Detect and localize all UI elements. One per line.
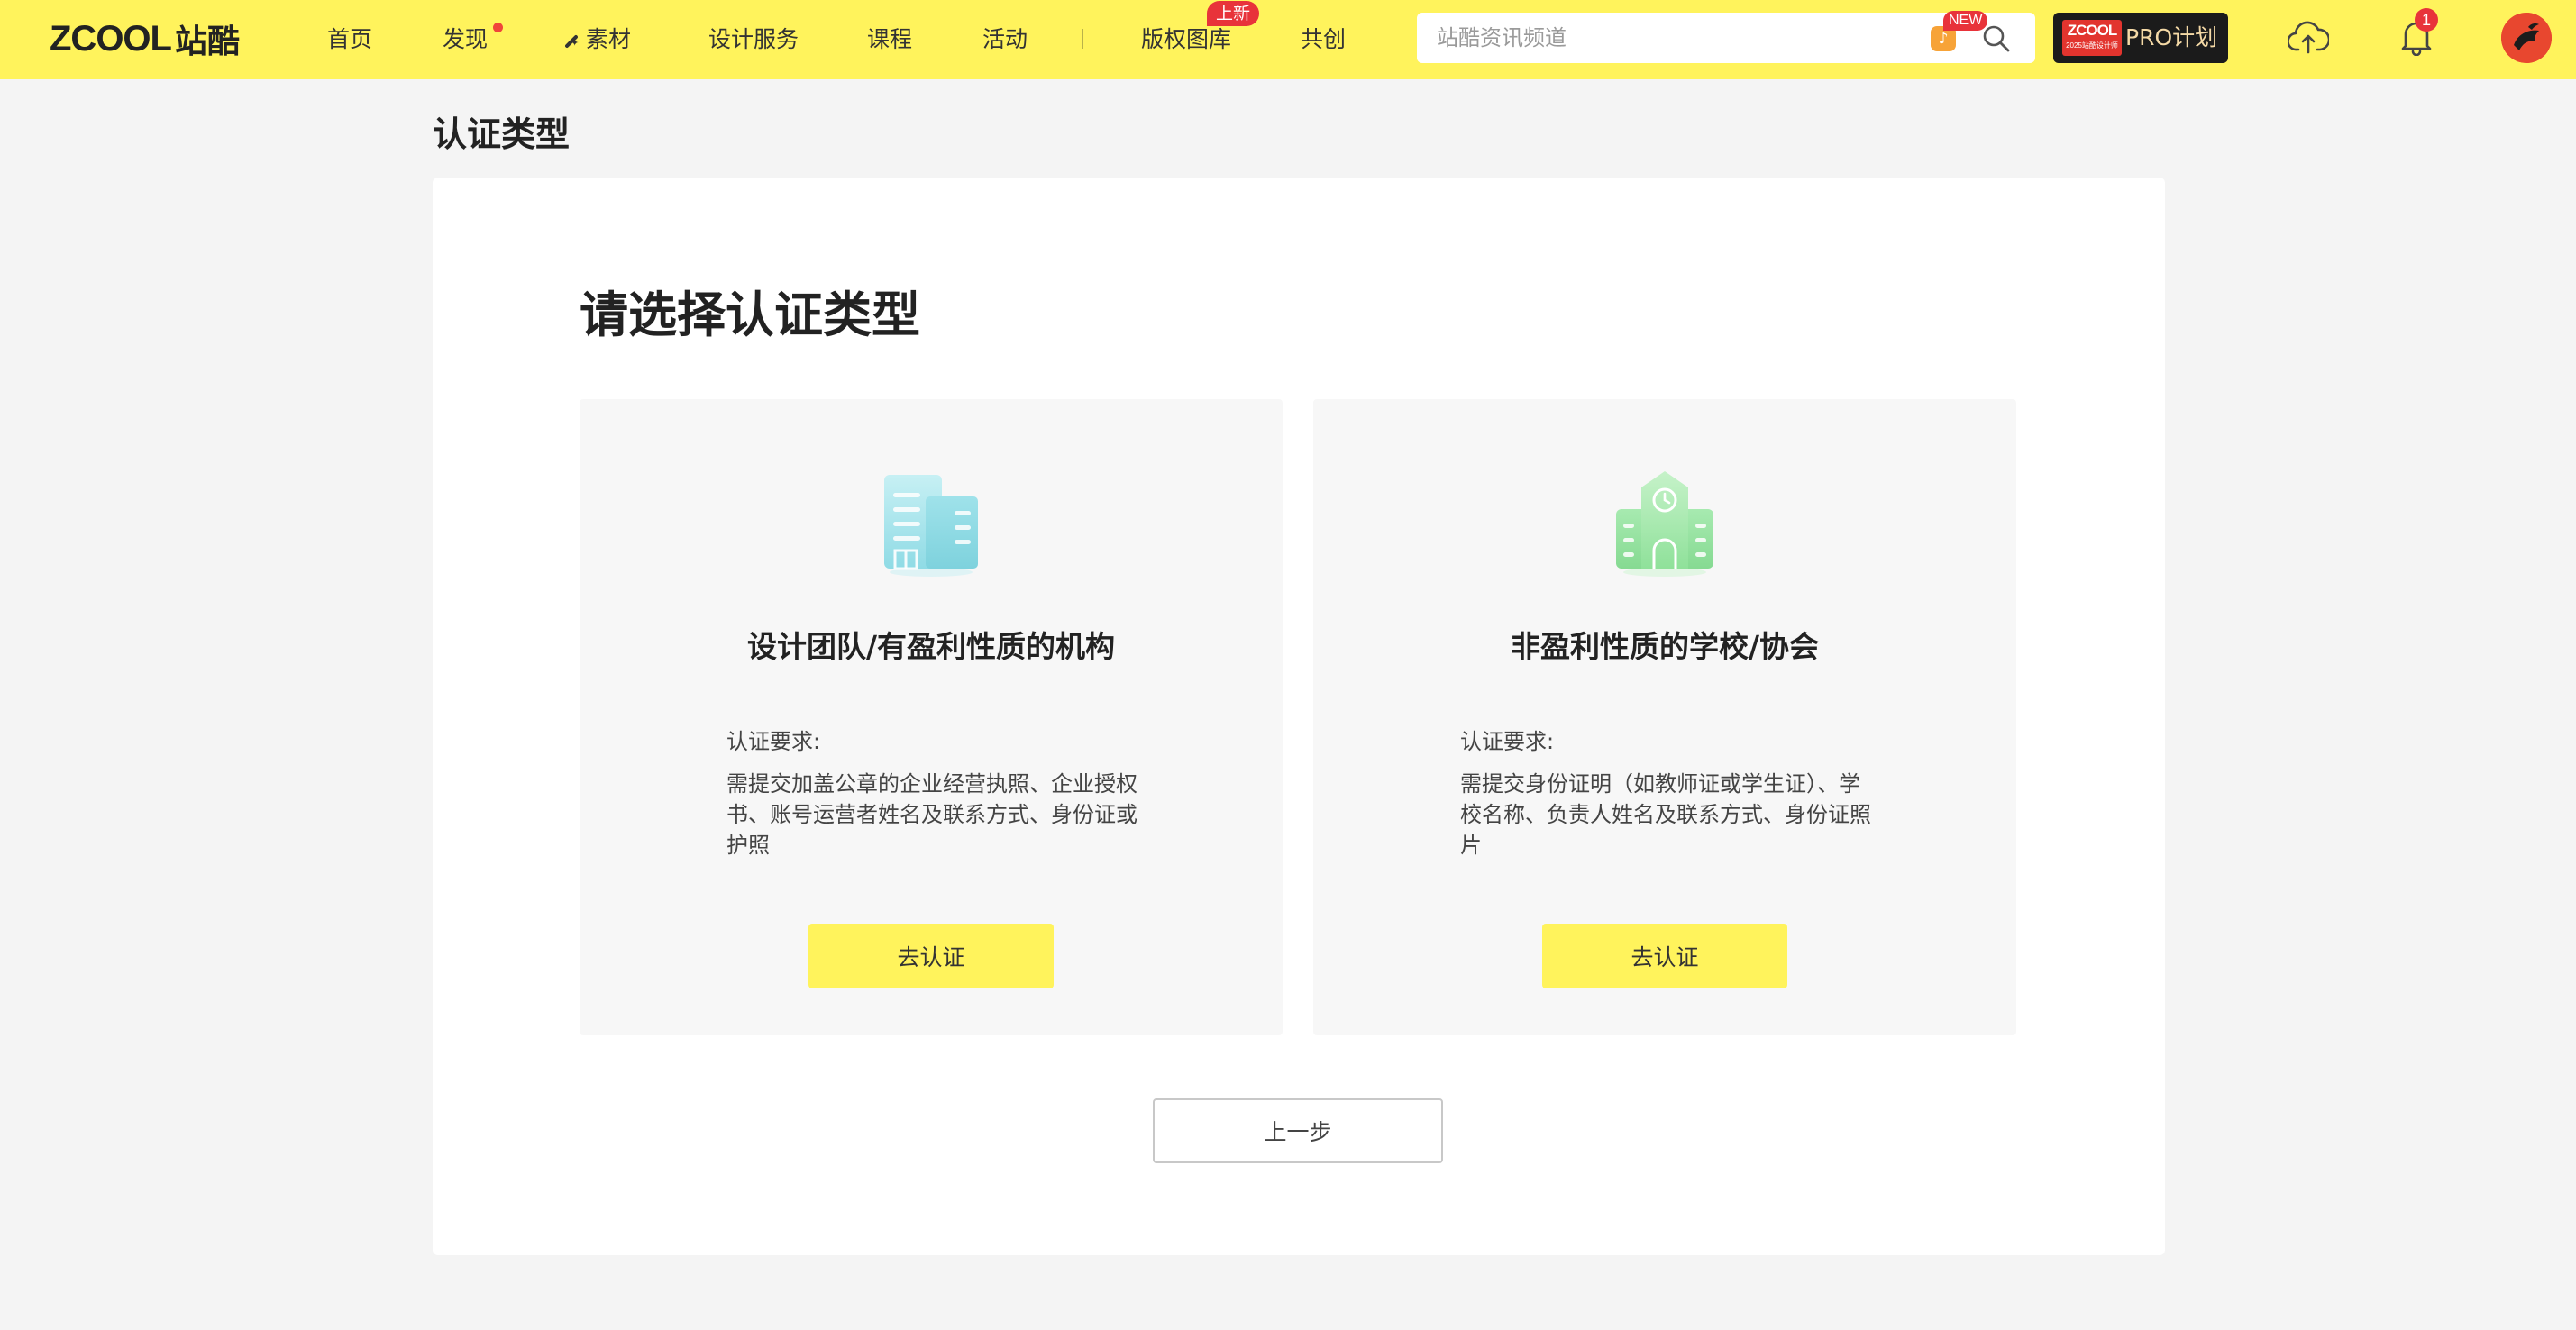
pro-plan-logo: ZCOOL 2025站酷设计师	[2062, 20, 2122, 56]
panel-heading: 请选择认证类型	[580, 287, 920, 343]
certify-nonprofit-button[interactable]: 去认证	[1542, 924, 1787, 988]
zcool-logo[interactable]: ZCOOL 站酷	[50, 16, 240, 61]
nav-discover-dot	[493, 23, 503, 32]
page-title: 认证类型	[433, 114, 571, 154]
nav-discover[interactable]: 发现	[443, 22, 488, 58]
nav-discover-label: 发现	[443, 26, 489, 52]
certify-business-button[interactable]: 去认证	[808, 924, 1054, 988]
magic-wand-icon	[562, 25, 579, 61]
avatar-image	[2501, 13, 2552, 63]
nav-design-service[interactable]: 设计服务	[708, 22, 799, 58]
search-box: ♪ NEW	[1417, 11, 2035, 63]
nav-materials-label: 素材	[586, 26, 632, 52]
pro-plan-button[interactable]: ZCOOL 2025站酷设计师 PRO计划	[2053, 13, 2228, 63]
logo-latin: ZCOOL	[50, 18, 172, 59]
pro-plan-logo-sub: 2025站酷设计师	[2066, 41, 2118, 50]
nav-events-label: 活动	[982, 26, 1028, 52]
top-nav-bar: ZCOOL 站酷 首页 发现 素材 设计服务 课程 活动 版权图库 上新 共创 …	[0, 0, 2576, 79]
card-business-org-req-label: 认证要求:	[726, 729, 821, 754]
back-button[interactable]: 上一步	[1153, 1098, 1443, 1163]
cloud-upload-icon[interactable]	[2288, 20, 2329, 56]
nav-materials[interactable]: 素材	[562, 22, 632, 61]
notification-count-badge: 1	[2415, 8, 2438, 32]
logo-cn: 站酷	[174, 23, 240, 60]
search-icon[interactable]	[1981, 23, 2012, 54]
nav-co-create[interactable]: 共创	[1301, 22, 1346, 58]
nav-stock-images[interactable]: 版权图库	[1141, 22, 1231, 58]
search-input[interactable]	[1437, 13, 1923, 63]
nav-design-service-label: 设计服务	[708, 26, 799, 52]
nav-new-badge: 上新	[1207, 1, 1260, 26]
nav-stock-images-label: 版权图库	[1141, 26, 1232, 52]
nav-events[interactable]: 活动	[982, 22, 1028, 58]
card-business-org-title: 设计团队/有盈利性质的机构	[746, 629, 1116, 664]
card-nonprofit-school-req-label: 认证要求:	[1460, 729, 1555, 754]
pro-plan-logo-text: ZCOOL	[2067, 22, 2117, 39]
nav-divider	[1082, 29, 1083, 49]
nav-home-label: 首页	[327, 26, 373, 52]
nav-co-create-label: 共创	[1301, 26, 1347, 52]
pro-plan-label: PRO计划	[2125, 24, 2218, 50]
nav-courses-label: 课程	[867, 26, 913, 52]
nav-courses[interactable]: 课程	[867, 22, 912, 58]
card-nonprofit-school-title: 非盈利性质的学校/协会	[1510, 629, 1820, 664]
avatar[interactable]	[2501, 13, 2552, 63]
card-nonprofit-school-req-text: 需提交身份证明（如教师证或学生证）、学校名称、负责人姓名及联系方式、身份证照片	[1460, 771, 1871, 858]
certification-type-panel: 请选择认证类型 设计团队/有盈利性质的机构 认证要求: 需提交加盖公章的企业经营…	[433, 178, 2165, 1255]
card-nonprofit-school: 非盈利性质的学校/协会 认证要求: 需提交身份证明（如教师证或学生证）、学校名称…	[1313, 399, 2016, 1035]
nav-home[interactable]: 首页	[327, 22, 372, 58]
office-building-icon	[884, 475, 978, 577]
card-business-org: 设计团队/有盈利性质的机构 认证要求: 需提交加盖公章的企业经营执照、企业授权书…	[580, 399, 1283, 1035]
card-business-org-req-text: 需提交加盖公章的企业经营执照、企业授权书、账号运营者姓名及联系方式、身份证或护照	[726, 771, 1137, 858]
school-building-icon	[1616, 471, 1713, 577]
